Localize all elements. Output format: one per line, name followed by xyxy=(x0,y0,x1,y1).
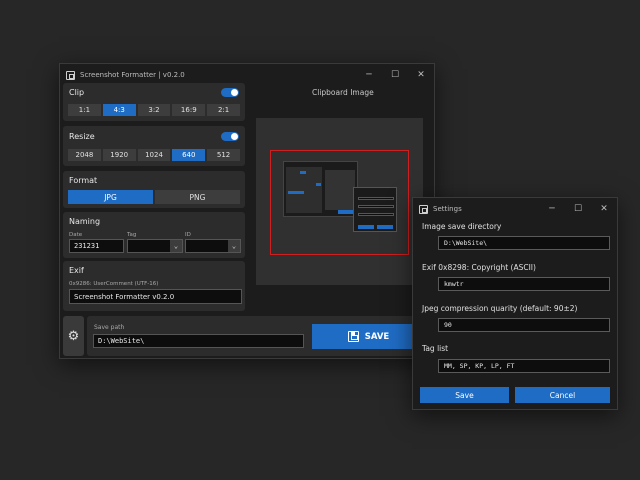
clip-toggle[interactable] xyxy=(221,88,239,97)
id-dropdown-icon[interactable]: ⌄ xyxy=(228,240,240,252)
exif-panel: Exif 0x9286: UserComment (UTF-16) Screen… xyxy=(63,261,245,311)
preview-settings-thumbnail xyxy=(353,187,397,232)
tag-label: Tag xyxy=(127,232,137,238)
resize-option-2048[interactable]: 2048 xyxy=(68,149,101,161)
clip-option-4-3[interactable]: 4:3 xyxy=(102,104,136,116)
format-panel: Format JPG PNG xyxy=(63,171,245,208)
id-select[interactable]: ⌄ xyxy=(185,239,241,253)
jpeg-quality-field[interactable]: 90 xyxy=(438,318,610,332)
clip-options: 1:1 4:3 3:2 16:9 2:1 xyxy=(68,104,240,116)
date-field[interactable]: 231231 xyxy=(69,239,124,253)
settings-minimize-icon[interactable]: ─ xyxy=(539,198,565,220)
clip-option-3-2[interactable]: 3:2 xyxy=(137,104,171,116)
jpeg-quality-label: Jpeg compression quarity (default: 90±2) xyxy=(422,304,578,313)
clip-option-2-1[interactable]: 2:1 xyxy=(207,104,240,116)
settings-maximize-icon[interactable]: ☐ xyxy=(565,198,591,220)
exif-comment-field[interactable]: Screenshot Formatter v0.2.0 xyxy=(69,289,242,304)
clipboard-preview xyxy=(256,118,423,285)
naming-label: Naming xyxy=(69,217,101,226)
main-window: Screenshot Formatter | v0.2.0 ─ ☐ ✕ Clip… xyxy=(59,63,435,359)
date-label: Date xyxy=(69,232,83,238)
resize-panel: Resize 2048 1920 1024 640 512 xyxy=(63,126,245,166)
settings-titlebar[interactable]: Settings ─ ☐ ✕ xyxy=(413,198,617,220)
exif-copyright-field[interactable]: kmwtr xyxy=(438,277,610,291)
resize-option-512[interactable]: 512 xyxy=(207,149,240,161)
clip-option-1-1[interactable]: 1:1 xyxy=(68,104,101,116)
tag-list-field[interactable]: MM, SP, KP, LP, FT xyxy=(438,359,610,373)
clip-panel: Clip 1:1 4:3 3:2 16:9 2:1 xyxy=(63,83,245,121)
resize-options: 2048 1920 1024 640 512 xyxy=(68,149,240,161)
main-window-title: Screenshot Formatter | v0.2.0 xyxy=(80,71,185,79)
resize-option-1920[interactable]: 1920 xyxy=(102,149,136,161)
format-label: Format xyxy=(69,176,98,185)
exif-label: Exif xyxy=(69,266,84,275)
resize-toggle[interactable] xyxy=(221,132,239,141)
save-button[interactable]: SAVE xyxy=(312,324,425,349)
save-path-label: Save path xyxy=(94,324,125,331)
exif-copyright-label: Exif 0x8298: Copyright (ASCII) xyxy=(422,263,536,272)
clip-option-16-9[interactable]: 16:9 xyxy=(172,104,206,116)
clipboard-image-title: Clipboard Image xyxy=(312,88,374,97)
app-icon xyxy=(66,70,75,80)
tag-list-label: Tag list xyxy=(422,344,449,353)
settings-window: Settings ─ ☐ ✕ Image save directory D:\W… xyxy=(412,197,618,410)
image-save-directory-label: Image save directory xyxy=(422,222,502,231)
id-label: ID xyxy=(185,232,191,238)
naming-panel: Naming Date Tag ID 231231 ⌄ ⌄ xyxy=(63,212,245,258)
resize-label: Resize xyxy=(69,132,95,141)
clip-region-frame xyxy=(270,150,409,255)
resize-option-640[interactable]: 640 xyxy=(172,149,206,161)
resize-option-1024[interactable]: 1024 xyxy=(137,149,171,161)
save-bar: Save path D:\WebSite\ SAVE xyxy=(87,316,431,356)
settings-gear-icon[interactable]: ⚙ xyxy=(63,316,84,356)
save-button-label: SAVE xyxy=(364,331,390,342)
settings-close-icon[interactable]: ✕ xyxy=(591,198,617,220)
format-option-png[interactable]: PNG xyxy=(155,190,240,204)
settings-app-icon xyxy=(419,204,428,214)
preview-thumbnail xyxy=(283,161,358,217)
maximize-icon[interactable]: ☐ xyxy=(382,64,408,86)
format-option-jpg[interactable]: JPG xyxy=(68,190,153,204)
settings-window-title: Settings xyxy=(433,205,462,213)
minimize-icon[interactable]: ─ xyxy=(356,64,382,86)
tag-dropdown-icon[interactable]: ⌄ xyxy=(170,240,182,252)
exif-field-label: 0x9286: UserComment (UTF-16) xyxy=(69,281,159,287)
save-path-field[interactable]: D:\WebSite\ xyxy=(93,334,304,348)
tag-select[interactable]: ⌄ xyxy=(127,239,183,253)
settings-save-button[interactable]: Save xyxy=(420,387,509,403)
image-save-directory-field[interactable]: D:\WebSite\ xyxy=(438,236,610,250)
settings-cancel-button[interactable]: Cancel xyxy=(515,387,610,403)
format-options: JPG PNG xyxy=(68,190,240,204)
floppy-disk-icon xyxy=(347,331,359,342)
clip-label: Clip xyxy=(69,88,85,97)
close-icon[interactable]: ✕ xyxy=(408,64,434,86)
